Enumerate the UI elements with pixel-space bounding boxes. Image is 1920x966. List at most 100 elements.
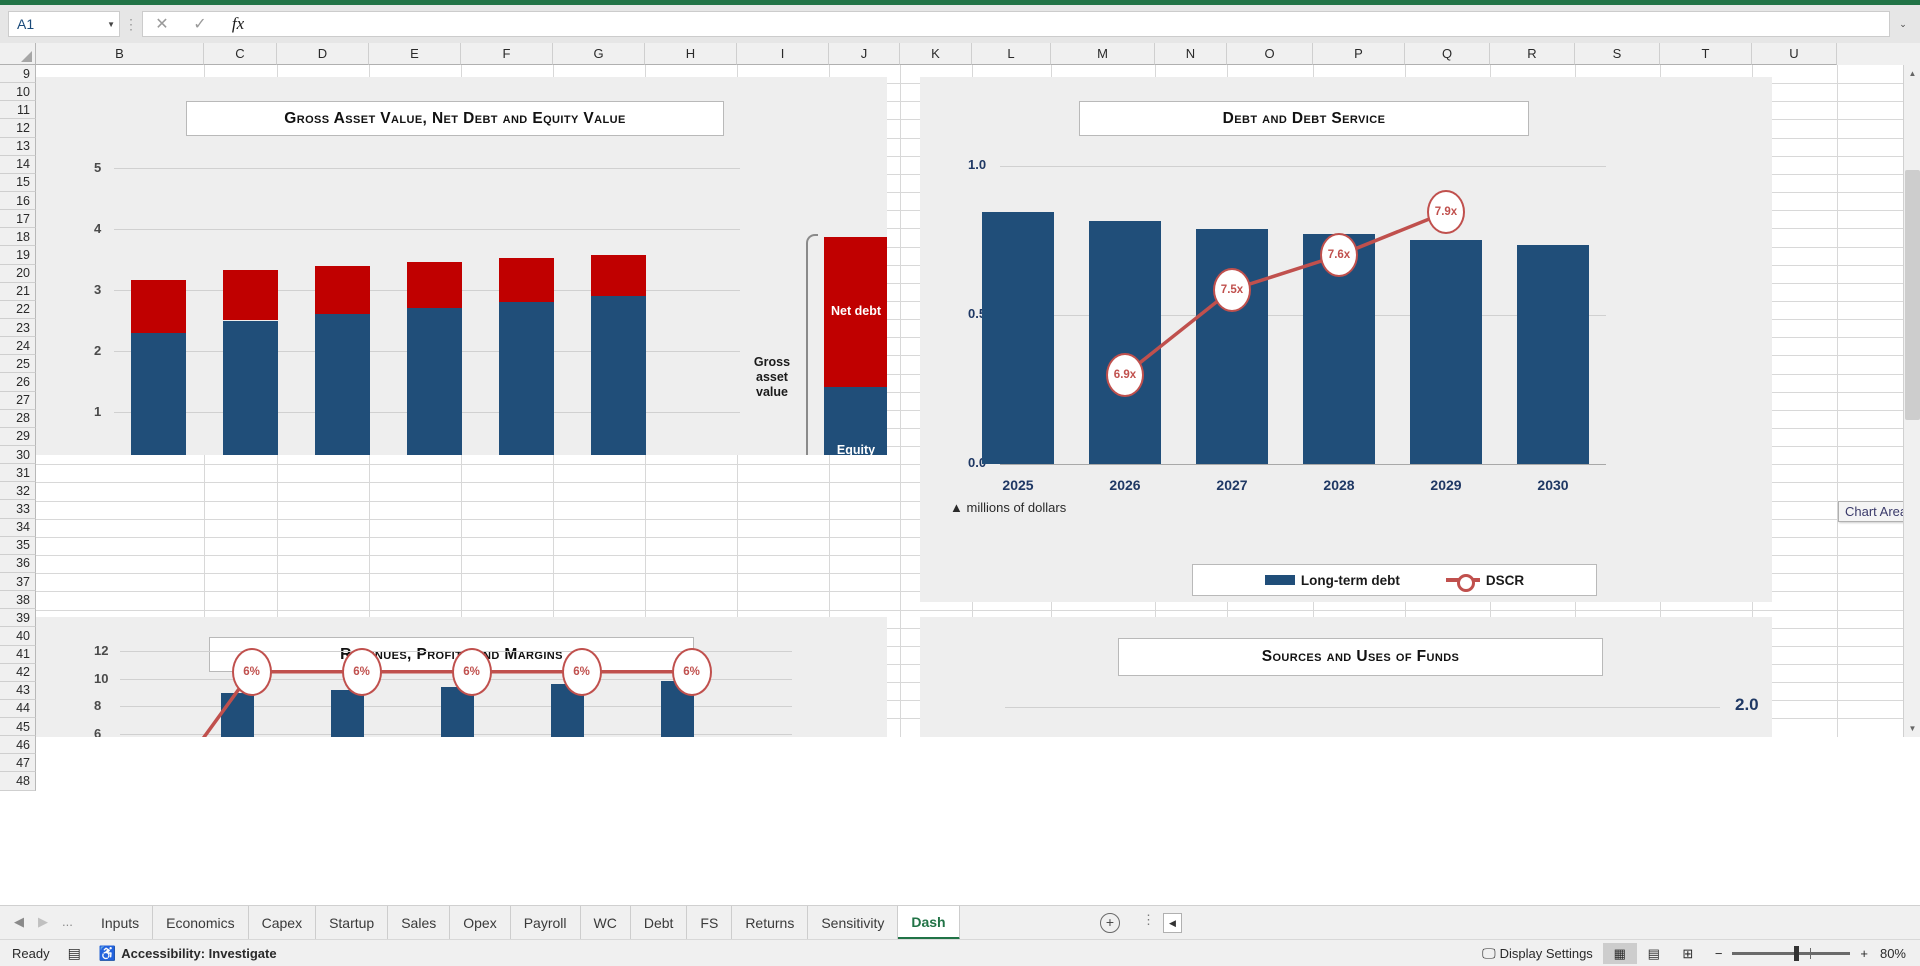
- column-header-E[interactable]: E: [369, 43, 461, 65]
- sheet-tab-sales[interactable]: Sales: [388, 906, 451, 940]
- row-header-42[interactable]: 42: [0, 663, 36, 682]
- cancel-icon[interactable]: ✕: [143, 14, 181, 34]
- row-header-43[interactable]: 43: [0, 681, 36, 700]
- column-header-J[interactable]: J: [829, 43, 900, 65]
- worksheet-grid[interactable]: Gross Asset Value, Net Debt and Equity V…: [36, 65, 1920, 737]
- row-header-38[interactable]: 38: [0, 591, 36, 610]
- column-header-I[interactable]: I: [737, 43, 829, 65]
- accessibility-status[interactable]: Accessibility: Investigate: [121, 946, 276, 961]
- column-header-K[interactable]: K: [900, 43, 972, 65]
- column-header-F[interactable]: F: [461, 43, 553, 65]
- row-header-19[interactable]: 19: [0, 246, 36, 265]
- row-header-40[interactable]: 40: [0, 627, 36, 646]
- view-page-break-icon[interactable]: ⊞: [1671, 943, 1705, 964]
- select-all-corner[interactable]: [0, 43, 36, 65]
- vertical-scroll-thumb[interactable]: [1905, 170, 1920, 420]
- sheet-tab-dash[interactable]: Dash: [898, 906, 960, 940]
- row-header-17[interactable]: 17: [0, 210, 36, 229]
- sheet-tab-fs[interactable]: FS: [687, 906, 733, 940]
- row-header-30[interactable]: 30: [0, 445, 36, 465]
- formula-bar-handle[interactable]: ⋮: [120, 17, 142, 31]
- row-header-15[interactable]: 15: [0, 173, 36, 192]
- zoom-slider-knob[interactable]: [1794, 946, 1800, 961]
- row-header-14[interactable]: 14: [0, 155, 36, 174]
- row-header-18[interactable]: 18: [0, 228, 36, 247]
- row-header-13[interactable]: 13: [0, 137, 36, 156]
- accessibility-icon[interactable]: ♿: [99, 945, 116, 962]
- legend-debt-and-debt-service[interactable]: Long-term debt DSCR: [1192, 564, 1597, 596]
- row-header-47[interactable]: 47: [0, 754, 36, 773]
- row-header-9[interactable]: 9: [0, 65, 36, 84]
- row-header-32[interactable]: 32: [0, 482, 36, 501]
- column-header-B[interactable]: B: [36, 43, 204, 65]
- chart-revenues-profits-margins[interactable]: Revenues, Profits and Margins 024681012 …: [36, 617, 887, 737]
- chart-sources-and-uses[interactable]: Sources and Uses of Funds 2.0 1.5 1.0 0.…: [920, 617, 1772, 737]
- column-header-H[interactable]: H: [645, 43, 737, 65]
- column-header-U[interactable]: U: [1752, 43, 1837, 65]
- vertical-scrollbar[interactable]: ▲ ▼: [1903, 65, 1920, 737]
- column-header-M[interactable]: M: [1051, 43, 1155, 65]
- column-header-C[interactable]: C: [204, 43, 277, 65]
- zoom-out-button[interactable]: −: [1715, 946, 1723, 961]
- column-header-D[interactable]: D: [277, 43, 369, 65]
- zoom-in-button[interactable]: +: [1860, 946, 1868, 961]
- tab-split-handle[interactable]: ◀: [1163, 913, 1182, 933]
- sheet-tab-economics[interactable]: Economics: [153, 906, 249, 940]
- row-header-39[interactable]: 39: [0, 609, 36, 628]
- view-page-layout-icon[interactable]: ▤: [1637, 943, 1671, 964]
- column-header-L[interactable]: L: [972, 43, 1051, 65]
- chevron-down-icon[interactable]: ▼: [107, 20, 115, 29]
- sheet-overflow-icon[interactable]: ...: [62, 914, 73, 930]
- row-header-29[interactable]: 29: [0, 427, 36, 446]
- row-header-41[interactable]: 41: [0, 645, 36, 664]
- display-settings-label[interactable]: Display Settings: [1500, 946, 1593, 961]
- sheet-tab-opex[interactable]: Opex: [450, 906, 511, 940]
- row-header-28[interactable]: 28: [0, 409, 36, 428]
- column-header-N[interactable]: N: [1155, 43, 1227, 65]
- scroll-down-icon[interactable]: ▼: [1904, 720, 1920, 737]
- insert-function-icon[interactable]: fx: [219, 14, 257, 34]
- row-header-33[interactable]: 33: [0, 500, 36, 519]
- sheet-tab-wc[interactable]: WC: [581, 906, 631, 940]
- sheet-prev-icon[interactable]: ◀: [14, 914, 24, 930]
- name-box[interactable]: A1 ▼: [8, 11, 120, 37]
- sheet-tab-sensitivity[interactable]: Sensitivity: [808, 906, 899, 940]
- enter-checkmark-icon[interactable]: ✓: [181, 14, 219, 34]
- scroll-up-icon[interactable]: ▲: [1904, 65, 1920, 82]
- macro-record-icon[interactable]: ▤: [68, 945, 81, 962]
- row-header-21[interactable]: 21: [0, 282, 36, 301]
- row-header-25[interactable]: 25: [0, 355, 36, 374]
- column-header-T[interactable]: T: [1660, 43, 1752, 65]
- expand-formula-bar-icon[interactable]: ⌄: [1890, 11, 1916, 37]
- row-header-20[interactable]: 20: [0, 264, 36, 283]
- row-header-27[interactable]: 27: [0, 391, 36, 410]
- chart-gross-asset-value[interactable]: Gross Asset Value, Net Debt and Equity V…: [36, 77, 887, 455]
- column-header-Q[interactable]: Q: [1405, 43, 1490, 65]
- row-header-26[interactable]: 26: [0, 373, 36, 392]
- add-sheet-button[interactable]: +: [1100, 913, 1120, 933]
- view-normal-icon[interactable]: ▦: [1602, 943, 1637, 964]
- row-header-16[interactable]: 16: [0, 191, 36, 211]
- row-header-44[interactable]: 44: [0, 699, 36, 719]
- sheet-menu-icon[interactable]: ⋮: [1142, 913, 1155, 926]
- row-header-34[interactable]: 34: [0, 518, 36, 537]
- formula-input[interactable]: [257, 11, 1890, 37]
- row-header-12[interactable]: 12: [0, 119, 36, 138]
- row-header-48[interactable]: 48: [0, 772, 36, 791]
- sheet-tab-payroll[interactable]: Payroll: [511, 906, 581, 940]
- row-header-31[interactable]: 31: [0, 464, 36, 483]
- legend-item-long-term-debt[interactable]: Long-term debt: [1264, 573, 1400, 588]
- sheet-tab-inputs[interactable]: Inputs: [88, 906, 154, 940]
- sheet-tab-startup[interactable]: Startup: [316, 906, 389, 940]
- legend-item-dscr[interactable]: DSCR: [1445, 573, 1524, 592]
- row-header-23[interactable]: 23: [0, 318, 36, 338]
- column-header-G[interactable]: G: [553, 43, 645, 65]
- row-header-22[interactable]: 22: [0, 300, 36, 319]
- row-header-45[interactable]: 45: [0, 718, 36, 737]
- sheet-nav-arrows[interactable]: ◀ ▶ ...: [14, 914, 73, 930]
- sheet-next-icon[interactable]: ▶: [38, 914, 48, 930]
- row-header-35[interactable]: 35: [0, 536, 36, 555]
- row-header-10[interactable]: 10: [0, 83, 36, 102]
- column-header-R[interactable]: R: [1490, 43, 1575, 65]
- column-header-O[interactable]: O: [1227, 43, 1313, 65]
